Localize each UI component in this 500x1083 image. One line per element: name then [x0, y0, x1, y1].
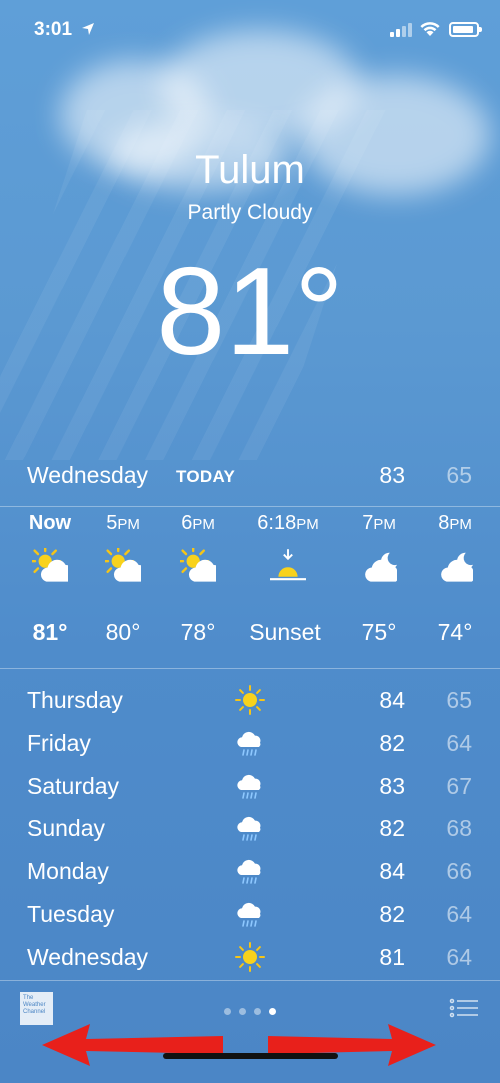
hour-temperature: 78° — [180, 619, 216, 645]
location-arrow-icon — [82, 23, 94, 35]
right-arrow-annotation — [268, 1024, 436, 1066]
today-label: TODAY — [176, 467, 236, 486]
daily-row: Sunday 82 68 — [0, 809, 500, 852]
day-high: 81 — [379, 943, 405, 970]
daily-row: Thursday 84 65 — [0, 681, 500, 724]
list-icon[interactable] — [449, 997, 479, 1019]
daily-row: Monday 84 66 — [0, 852, 500, 895]
sunset-icon — [248, 538, 328, 598]
hour-time: 5PM — [106, 512, 140, 534]
day-high: 82 — [379, 729, 405, 756]
hour-temperature: Sunset — [249, 619, 321, 645]
hourly-item: 6:18PM Sunset — [248, 508, 328, 652]
day-low: 64 — [446, 729, 472, 756]
today-summary: Wednesday TODAY 83 65 — [0, 452, 500, 498]
rain-cloud-icon — [235, 899, 265, 929]
hourly-item: 6PM 78° — [158, 508, 238, 652]
hour-temperature: 80° — [105, 619, 141, 645]
sun-icon — [235, 941, 265, 972]
day-low: 66 — [446, 858, 472, 885]
divider — [0, 506, 500, 507]
day-low: 64 — [446, 900, 472, 927]
daily-row: Tuesday 82 64 — [0, 895, 500, 938]
partly-cloudy-day-icon — [158, 538, 238, 598]
daily-row: Saturday 83 67 — [0, 767, 500, 810]
weather-screen: 3:01 Tulum Partly Cloudy 81° Wednesday T… — [0, 0, 500, 1083]
wifi-icon — [420, 22, 440, 36]
today-day: Wednesday — [27, 462, 149, 488]
page-indicator[interactable] — [0, 1002, 500, 1020]
day-low: 64 — [446, 943, 472, 970]
day-high: 83 — [379, 772, 405, 799]
hour-temperature: 74° — [437, 619, 473, 645]
hour-time: 8PM — [438, 512, 472, 534]
daily-forecast[interactable]: Thursday 84 65 Friday 82 64 Saturday 83 67 Sunday… — [0, 681, 500, 981]
day-high: 84 — [379, 858, 405, 885]
day-low: 68 — [446, 815, 472, 842]
divider — [0, 980, 500, 981]
day-high: 84 — [379, 687, 405, 713]
day-name: Saturday — [27, 772, 120, 799]
page-dot[interactable] — [239, 1008, 246, 1015]
day-high: 82 — [379, 815, 405, 842]
day-low: 67 — [446, 772, 472, 799]
hour-time: 7PM — [362, 512, 396, 534]
hourly-item: Now 81° — [10, 508, 90, 652]
current-temperature: 81° — [156, 243, 344, 381]
partly-cloudy-day-icon — [10, 538, 90, 598]
day-name: Wednesday — [27, 943, 149, 970]
battery-icon — [449, 22, 482, 37]
status-bar: 3:01 — [0, 0, 500, 60]
day-name: Sunday — [27, 815, 106, 842]
daily-row: Wednesday 81 64 — [0, 938, 500, 981]
bottom-bar: The Weather Channel — [0, 980, 500, 1083]
daily-row: Friday 82 64 — [0, 724, 500, 767]
page-dot[interactable] — [254, 1008, 261, 1015]
day-low: 65 — [446, 687, 472, 713]
today-high: 83 — [379, 462, 405, 488]
hourly-item: 5PM 80° — [83, 508, 163, 652]
hour-time: Now — [28, 512, 72, 534]
day-name: Monday — [27, 858, 109, 885]
day-name: Thursday — [27, 687, 123, 713]
day-high: 82 — [379, 900, 405, 927]
home-indicator[interactable] — [163, 1053, 338, 1059]
rain-cloud-icon — [235, 771, 265, 801]
day-name: Tuesday — [27, 900, 115, 927]
hour-time: 6PM — [181, 512, 215, 534]
left-arrow-annotation — [42, 1024, 223, 1066]
hour-temperature: 75° — [361, 619, 397, 645]
sun-icon — [235, 685, 265, 715]
divider — [0, 668, 500, 669]
rain-cloud-icon — [235, 728, 265, 758]
hourly-item: 8PM 74° — [415, 508, 495, 652]
hourly-item: 7PM 75° — [339, 508, 419, 652]
rain-cloud-icon — [235, 813, 265, 843]
status-time: 3:01 — [34, 19, 73, 40]
partly-cloudy-day-icon — [83, 538, 163, 598]
page-dot[interactable] — [224, 1008, 231, 1015]
hour-temperature: 81° — [32, 619, 68, 645]
page-dot[interactable] — [269, 1008, 276, 1015]
rain-cloud-icon — [235, 856, 265, 886]
hour-time: 6:18PM — [257, 512, 319, 534]
cellular-signal-icon — [390, 23, 412, 37]
city-name: Tulum — [195, 148, 305, 192]
day-name: Friday — [27, 729, 91, 756]
partly-cloudy-night-icon — [415, 538, 495, 598]
hourly-forecast[interactable]: Now 81° 5PM 80° 6PM 78° 6:18PM Sunset 7PM 75° 8PM… — [0, 508, 500, 668]
today-low: 65 — [446, 462, 472, 488]
current-condition: Partly Cloudy — [187, 201, 313, 224]
partly-cloudy-night-icon — [339, 538, 419, 598]
